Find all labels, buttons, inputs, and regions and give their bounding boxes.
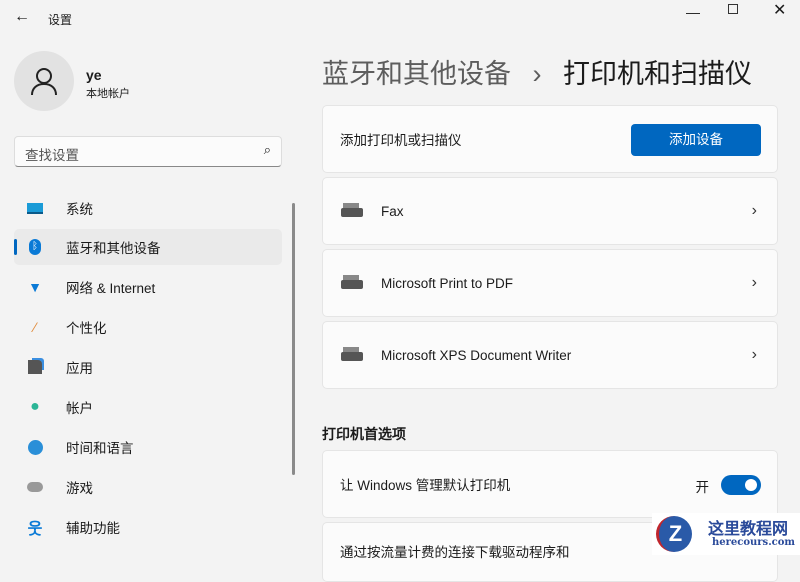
breadcrumb-separator: ›	[532, 59, 542, 89]
apps-icon	[26, 359, 44, 375]
maximize-button[interactable]	[728, 4, 738, 14]
account-type: 本地帐户	[86, 88, 130, 100]
manage-default-toggle[interactable]	[721, 475, 761, 495]
add-printer-card: 添加打印机或扫描仪 添加设备	[322, 105, 778, 173]
chevron-right-icon: ›	[751, 346, 757, 363]
section-heading: 打印机首选项	[322, 426, 406, 442]
printer-name: Microsoft Print to PDF	[381, 275, 514, 291]
sidebar-item-accessibility[interactable]: 웃 辅助功能	[14, 509, 282, 545]
label: 辅助功能	[66, 521, 120, 536]
printer-item[interactable]: Microsoft XPS Document Writer ›	[322, 321, 778, 389]
metered-label: 通过按流量计费的连接下载驱动程序和	[340, 545, 570, 560]
chevron-right-icon: ›	[751, 202, 757, 219]
chevron-right-icon: ›	[751, 274, 757, 291]
manage-default-card: 让 Windows 管理默认打印机 开	[322, 450, 778, 518]
accessibility-icon: 웃	[27, 521, 43, 538]
monitor-icon	[26, 200, 44, 216]
sidebar-item-gaming[interactable]: 游戏	[14, 469, 282, 505]
label: 帐户	[66, 401, 93, 416]
printer-icon	[341, 203, 363, 219]
sidebar-item-accounts[interactable]: ● 帐户	[14, 389, 282, 425]
account-icon: ●	[30, 398, 40, 415]
close-button[interactable]: ✕	[773, 0, 786, 20]
breadcrumb: 蓝牙和其他设备 › 打印机和扫描仪	[322, 52, 752, 91]
printer-icon	[341, 275, 363, 291]
minimize-button[interactable]: —	[686, 4, 700, 20]
label: 游戏	[66, 481, 93, 496]
printer-name: Microsoft XPS Document Writer	[381, 347, 572, 363]
back-arrow-icon[interactable]: ←	[14, 8, 30, 26]
printer-icon	[341, 347, 363, 363]
user-name: ye	[86, 67, 102, 83]
toggle-state-label: 开	[695, 480, 710, 495]
printer-item[interactable]: Fax ›	[322, 177, 778, 245]
brush-icon: ⁄	[33, 319, 37, 335]
clock-icon	[26, 439, 44, 455]
watermark-logo-icon: Z	[656, 516, 692, 552]
search-icon: ⌕	[263, 142, 271, 157]
label: 个性化	[66, 321, 107, 336]
search-input[interactable]: 查找设置 ⌕	[14, 136, 282, 167]
title-bar: ← 设置 — ✕	[0, 0, 800, 36]
avatar[interactable]	[14, 51, 74, 111]
printer-item[interactable]: Microsoft Print to PDF ›	[322, 249, 778, 317]
label: 应用	[66, 361, 93, 376]
add-printer-label: 添加打印机或扫描仪	[340, 133, 462, 148]
watermark: Z 这里教程网 herecours.com	[652, 513, 800, 555]
label: 蓝牙和其他设备	[66, 241, 161, 256]
printer-name: Fax	[381, 203, 404, 219]
window-title: 设置	[48, 13, 73, 27]
sidebar-item-network[interactable]: ▼ 网络 & Internet	[14, 269, 282, 305]
sidebar-scrollbar[interactable]	[292, 203, 295, 475]
breadcrumb-parent[interactable]: 蓝牙和其他设备	[322, 59, 511, 89]
label: 系统	[66, 202, 93, 217]
sidebar-item-personalization[interactable]: ⁄ 个性化	[14, 309, 282, 345]
sidebar-item-system[interactable]: 系统	[14, 190, 282, 226]
gamepad-icon	[26, 479, 44, 495]
label: 时间和语言	[66, 441, 134, 456]
label: 网络 & Internet	[66, 281, 156, 296]
sidebar-item-bluetooth[interactable]: ᛒ 蓝牙和其他设备	[14, 229, 282, 265]
sidebar-item-time-language[interactable]: 时间和语言	[14, 429, 282, 465]
watermark-url: herecours.com	[712, 537, 796, 548]
manage-default-label: 让 Windows 管理默认打印机	[340, 478, 511, 493]
bluetooth-icon: ᛒ	[26, 239, 44, 255]
add-device-button[interactable]: 添加设备	[631, 124, 761, 156]
search-placeholder: 查找设置	[25, 148, 79, 163]
page-title: 打印机和扫描仪	[563, 59, 753, 89]
watermark-name: 这里教程网	[708, 519, 789, 538]
person-icon	[31, 68, 57, 96]
selected-indicator	[14, 239, 17, 255]
wifi-icon: ▼	[28, 279, 42, 295]
sidebar-item-apps[interactable]: 应用	[14, 349, 282, 385]
